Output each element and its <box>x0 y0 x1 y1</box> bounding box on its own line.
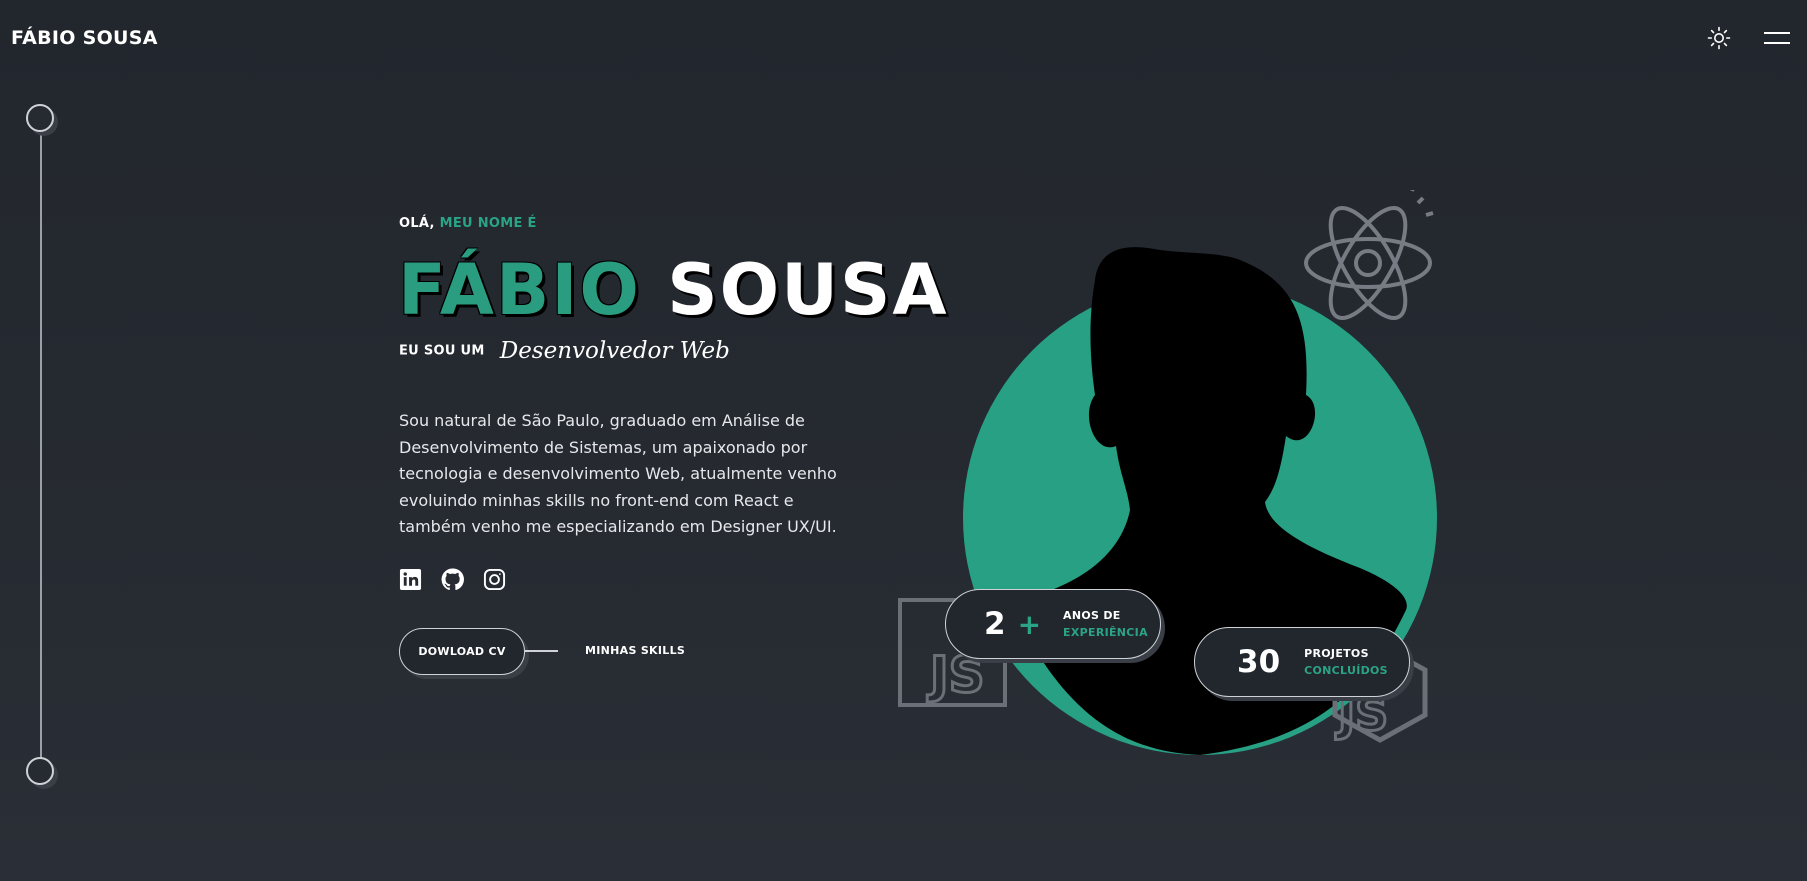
projects-labels: PROJETOS CONCLUÍDOS <box>1304 645 1388 679</box>
social-links <box>399 568 506 591</box>
role-title: Desenvolvedor Web <box>499 338 730 364</box>
button-connector-line <box>525 650 558 652</box>
role-prefix: EU SOU UM <box>399 343 485 359</box>
timeline-node-bottom <box>26 757 54 785</box>
projects-label-top: PROJETOS <box>1304 647 1369 660</box>
my-skills-link[interactable]: MINHAS SKILLS <box>585 644 685 657</box>
hamburger-menu-icon[interactable] <box>1764 29 1790 47</box>
experience-plus: + <box>1017 607 1042 641</box>
role-line: EU SOU UM Desenvolvedor Web <box>399 338 730 364</box>
experience-label-top: ANOS DE <box>1063 609 1121 622</box>
timeline-node-top <box>26 104 54 132</box>
sun-icon[interactable] <box>1707 26 1731 50</box>
experience-label-bottom: EXPERIÊNCIA <box>1063 626 1148 639</box>
greeting-prefix: OLÁ, <box>399 216 435 231</box>
hero-first-name: FÁBIO <box>398 249 641 331</box>
instagram-icon[interactable] <box>483 568 506 591</box>
hero-name: FÁBIO SOUSA <box>398 250 949 330</box>
projects-value: 30 <box>1237 644 1281 680</box>
projects-label-bottom: CONCLUÍDOS <box>1304 664 1388 677</box>
projects-stat-card: 30 PROJETOS CONCLUÍDOS <box>1194 627 1410 697</box>
download-cv-button[interactable]: DOWLOAD CV <box>399 628 525 675</box>
experience-stat-card: 2 + ANOS DE EXPERIÊNCIA <box>945 589 1161 659</box>
linkedin-icon[interactable] <box>399 568 422 591</box>
react-atom-icon <box>1304 190 1434 321</box>
greeting: OLÁ, MEU NOME É <box>399 216 537 231</box>
github-icon[interactable] <box>441 568 464 591</box>
bio-text: Sou natural de São Paulo, graduado em An… <box>399 411 837 536</box>
experience-labels: ANOS DE EXPERIÊNCIA <box>1063 607 1148 641</box>
experience-value: 2 <box>984 606 1006 642</box>
side-timeline-line <box>40 132 42 758</box>
site-logo[interactable]: FÁBIO SOUSA <box>11 27 158 49</box>
greeting-accent: MEU NOME É <box>439 216 537 231</box>
